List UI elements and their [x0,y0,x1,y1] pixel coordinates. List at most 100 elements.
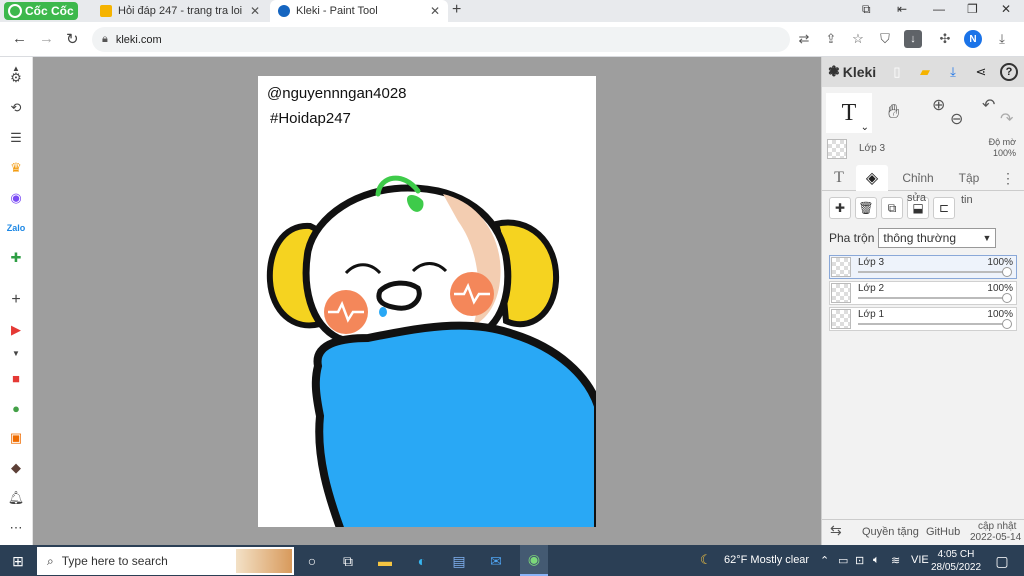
network-icon[interactable]: ⊡ [855,554,864,567]
share-icon[interactable]: ⋖ [972,63,990,81]
cortana-icon[interactable]: ○ [302,551,322,571]
close-tab-icon[interactable]: ✕ [250,4,260,18]
text-tool-button[interactable]: T ⌄ [826,93,872,133]
battery-icon[interactable]: ▭ [838,554,848,567]
game-avatar-icon[interactable]: ◆ [7,459,25,477]
kleki-logo[interactable]: ❃ Kleki [828,63,876,80]
layer-row[interactable]: Lớp 1 100% [829,307,1017,331]
opacity-slider-handle[interactable] [1002,319,1012,329]
file-explorer-icon[interactable]: ▬ [375,551,395,571]
layer-row[interactable]: Lớp 2 100% [829,281,1017,305]
tab-more-icon[interactable]: ⋮ [1000,165,1016,191]
tab-title: Hỏi đáp 247 - trang tra loi [118,5,243,17]
shopping-bag-icon[interactable]: ■ [7,369,25,387]
tab-layers-icon[interactable]: ◈ [856,165,888,191]
language-indicator[interactable]: VIE [911,554,929,566]
tab-hoidap[interactable]: Hỏi đáp 247 - trang tra loi ✕ [92,0,268,22]
forward-icon[interactable]: → [39,30,54,47]
opacity-slider-handle[interactable] [1002,267,1012,277]
opacity-slider-handle[interactable] [1002,293,1012,303]
tab-text-tool-icon[interactable]: T [828,165,850,191]
download-manager-icon[interactable]: ↓ [904,30,922,48]
extensions-icon[interactable]: ✣ [936,30,954,48]
browser-brand[interactable]: Cốc Cốc [4,2,78,20]
game-controller-icon[interactable]: ✚ [7,249,25,267]
reading-list-icon[interactable]: ☰ [7,129,25,147]
help-icon[interactable]: ? [1000,63,1018,81]
blend-mode-select[interactable]: thông thường ▼ [878,228,997,248]
edit-label: sửa [907,192,926,204]
crown-icon[interactable]: ♛ [7,159,25,177]
youtube-icon[interactable]: ▶ [7,321,25,339]
new-image-icon[interactable]: ▯ [888,63,906,81]
redo-icon[interactable]: ↷ [1000,109,1013,129]
duplicate-layer-icon[interactable]: ⧉ [881,197,903,219]
tray-chevron-up-icon[interactable]: ⌃ [820,554,829,567]
settings-gear-icon[interactable]: ⚙ [7,69,25,87]
share-icon[interactable]: ⇪ [822,30,840,48]
swap-side-icon[interactable]: ⇆ [830,522,842,539]
sleeping-character-drawing [266,175,596,527]
profile-avatar[interactable]: N [964,30,982,48]
translate-icon[interactable]: ⇄ [795,30,813,48]
taskbar-clock[interactable]: 4:05 CH 28/05/2022 [930,548,982,574]
back-icon[interactable]: ← [12,30,27,47]
tab-kleki[interactable]: Kleki - Paint Tool ✕ [270,0,448,22]
chevron-down-icon[interactable]: ▼ [7,344,25,362]
layer-row[interactable]: Lớp 3 100% [829,255,1017,279]
layer-opacity-slider[interactable] [858,271,1006,273]
save-download-icon[interactable]: ⤓ [944,63,962,81]
shop-icon[interactable]: ▣ [7,429,25,447]
notification-bell-icon[interactable]: 🔔︎ [7,489,25,507]
tab-file[interactable]: Tập [954,165,984,191]
undo-icon[interactable]: ↶ [982,95,995,115]
task-view-icon[interactable]: ⧉ [338,551,358,571]
add-shortcut-icon[interactable]: + [7,291,25,309]
wifi-icon[interactable]: ≋ [891,554,900,567]
restore-tabs-icon[interactable]: ⇤ [897,2,907,16]
reload-icon[interactable]: ↻ [66,30,79,48]
tab-adjust[interactable]: Chỉnh [898,165,938,191]
screenshot-icon[interactable]: ⧉ [862,2,871,17]
bookmark-star-icon[interactable]: ☆ [849,30,867,48]
map-pin-icon[interactable]: ● [7,399,25,417]
add-layer-icon[interactable]: ✚ [829,197,851,219]
close-window-icon[interactable]: ✕ [1001,2,1011,16]
edge-icon[interactable]: ◐ [412,551,432,571]
layer-opacity-slider[interactable] [858,297,1006,299]
taskbar-search-box[interactable]: ⌕ Type here to search [37,547,294,575]
hand-tool-icon[interactable]: ✋︎ [888,101,899,124]
history-icon[interactable]: ⟲ [7,99,25,117]
store-icon[interactable]: ▤ [449,551,469,571]
mail-icon[interactable]: ✉ [486,551,506,571]
windows-start-icon[interactable]: ⊞ [8,551,28,571]
blend-value: thông thường [883,231,956,245]
zoom-in-icon[interactable]: ⊕ [932,95,945,115]
rename-layer-icon[interactable]: ⊏ [933,197,955,219]
coccoc-taskbar-icon[interactable]: ◉ [520,545,548,576]
weather-moon-icon: ☾ [700,552,712,567]
downloads-icon[interactable]: ⤓ [993,30,1011,48]
messenger-icon[interactable]: ◉ [7,189,25,207]
weather-text[interactable]: 62°F Mostly clear [724,554,809,566]
new-tab-button[interactable]: + [452,1,461,19]
privacy-link[interactable]: Quyền tặng [862,526,919,538]
address-input[interactable]: 🔒︎ kleki.com [92,27,790,52]
layer-opacity-slider[interactable] [858,323,1006,325]
canvas-workspace[interactable]: @nguyennngan4028 #Hoidap247 [33,57,821,545]
delete-layer-icon[interactable]: 🗑︎ [855,197,877,219]
update-date: 2022-05-14 [970,532,1022,543]
notifications-icon[interactable]: ▢ [992,551,1012,571]
zoom-out-icon[interactable]: ⊖ [950,109,963,129]
minimize-icon[interactable]: — [933,2,945,16]
maximize-icon[interactable]: ❐ [967,2,978,16]
volume-icon[interactable]: 🔈︎ [873,554,880,567]
close-tab-icon[interactable]: ✕ [430,4,440,18]
open-folder-icon[interactable]: ▰ [916,63,934,81]
tool-dropdown-chevron-icon[interactable]: ⌄ [861,122,869,133]
drawing-canvas[interactable]: @nguyennngan4028 #Hoidap247 [258,76,596,527]
more-options-icon[interactable]: ⋯ [7,519,25,537]
shield-icon[interactable]: ⛉ [876,30,894,48]
github-link[interactable]: GitHub [926,526,960,538]
zalo-icon[interactable]: Zalo [7,219,26,237]
